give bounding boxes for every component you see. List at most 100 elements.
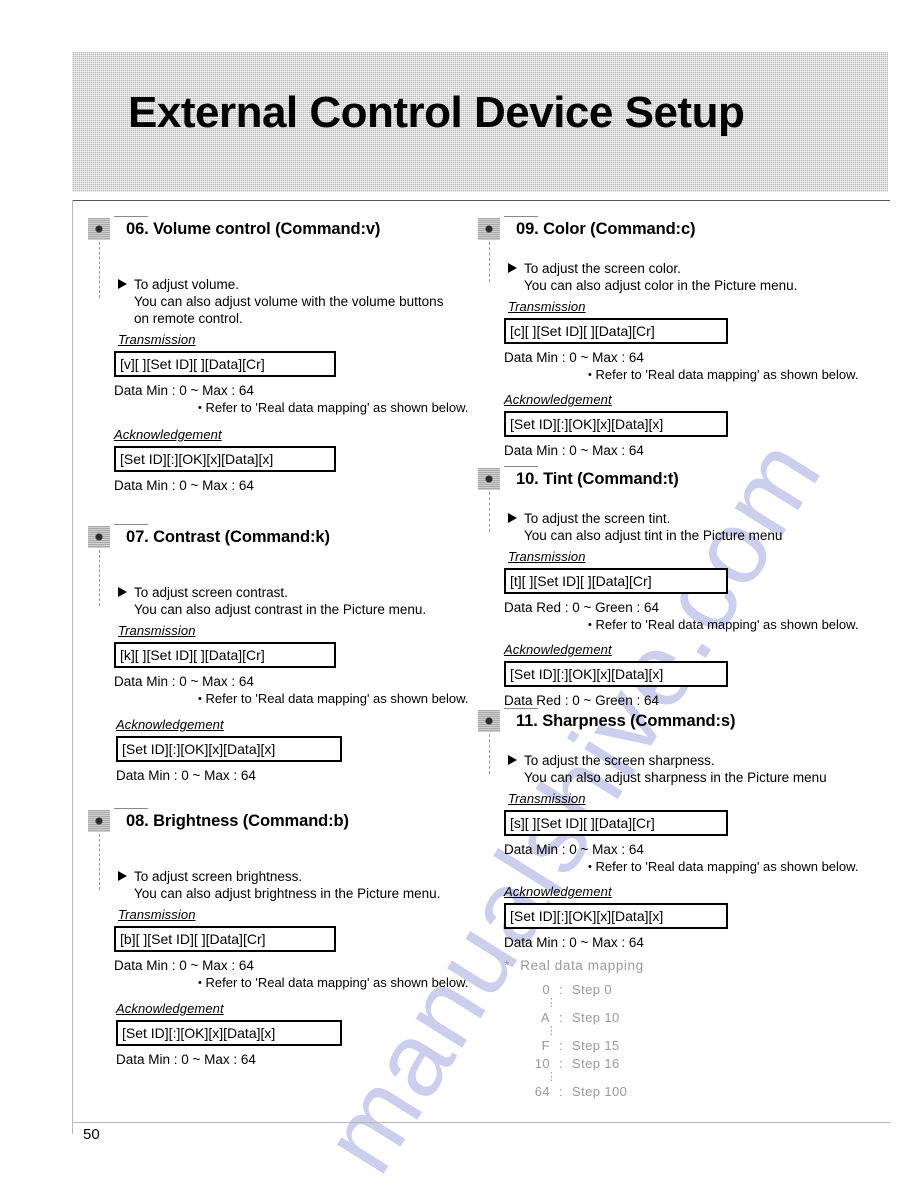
acknowledgement-data-range: Data Min : 0 ~ Max : 64 xyxy=(116,1052,256,1067)
section-description: To adjust screen contrast. You can also … xyxy=(118,584,458,618)
desc-line-1: To adjust the screen tint. xyxy=(524,511,671,526)
header-divider xyxy=(72,200,890,201)
section-marker-icon xyxy=(88,808,148,832)
transmission-refer-note: • Refer to 'Real data mapping' as shown … xyxy=(588,617,859,632)
acknowledgement-code-box: [Set ID][:][OK][x][Data][x] xyxy=(504,411,728,437)
mapping-row: 64 : Step 100 xyxy=(534,1084,628,1099)
transmission-label: Transmission xyxy=(508,299,586,314)
desc-line-2: You can also adjust brightness in the Pi… xyxy=(134,886,441,901)
acknowledgement-code-box: [Set ID][:][OK][x][Data][x] xyxy=(114,446,336,472)
section-heading: 11. Sharpness (Command:s) xyxy=(516,712,736,730)
mapping-ellipsis: ⋮ xyxy=(546,1025,558,1037)
transmission-label: Transmission xyxy=(508,791,586,806)
section-heading: 07. Contrast (Command:k) xyxy=(126,528,330,546)
real-data-mapping-title: * Real data mapping xyxy=(504,958,644,973)
marker-drop-line xyxy=(489,734,490,774)
transmission-code-box: [s][ ][Set ID][ ][Data][Cr] xyxy=(504,810,728,836)
triangle-bullet-icon xyxy=(118,587,127,597)
transmission-code-box: [c][ ][Set ID][ ][Data][Cr] xyxy=(504,318,728,344)
desc-line-2: You can also adjust contrast in the Pict… xyxy=(134,602,427,617)
section-description: To adjust volume. You can also adjust vo… xyxy=(118,276,458,327)
acknowledgement-label: Acknowledgement xyxy=(116,1001,224,1016)
page-number: 50 xyxy=(83,1126,100,1143)
transmission-data-range: Data Red : 0 ~ Green : 64 xyxy=(504,600,659,615)
transmission-data-range: Data Min : 0 ~ Max : 64 xyxy=(504,842,644,857)
desc-line-1: To adjust screen brightness. xyxy=(134,869,303,884)
desc-line-1: To adjust the screen color. xyxy=(524,261,681,276)
section-heading: 06. Volume control (Command:v) xyxy=(126,220,381,238)
asterisk-icon: * xyxy=(504,958,510,973)
transmission-code-box: [t][ ][Set ID][ ][Data][Cr] xyxy=(504,568,728,594)
transmission-label: Transmission xyxy=(118,332,196,347)
acknowledgement-code-box: [Set ID][:][OK][x][Data][x] xyxy=(504,661,728,687)
triangle-bullet-icon xyxy=(118,279,127,289)
mapping-row: 0 : Step 0 xyxy=(542,982,613,997)
section-marker-icon xyxy=(88,524,148,548)
desc-line-2: You can also adjust sharpness in the Pic… xyxy=(524,770,827,785)
acknowledgement-label: Acknowledgement xyxy=(504,884,612,899)
mapping-row: 10 : Step 16 xyxy=(534,1056,620,1071)
desc-line-1: To adjust volume. xyxy=(134,277,240,292)
acknowledgement-label: Acknowledgement xyxy=(504,642,612,657)
marker-drop-line xyxy=(489,242,490,282)
transmission-data-range: Data Min : 0 ~ Max : 64 xyxy=(114,674,254,689)
mapping-ellipsis: ⋮ xyxy=(546,1071,558,1083)
transmission-refer-note: • Refer to 'Real data mapping' as shown … xyxy=(198,975,469,990)
transmission-data-range: Data Min : 0 ~ Max : 64 xyxy=(114,958,254,973)
section-marker-icon xyxy=(478,216,538,240)
transmission-refer-note: • Refer to 'Real data mapping' as shown … xyxy=(198,400,469,415)
acknowledgement-code-box: [Set ID][:][OK][x][Data][x] xyxy=(504,903,728,929)
desc-line-2: You can also adjust color in the Picture… xyxy=(524,278,798,293)
section-marker-icon xyxy=(88,216,148,240)
mapping-ellipsis: ⋮ xyxy=(546,997,558,1009)
page-canvas: manualshive.com External Control Device … xyxy=(0,0,918,1192)
desc-line-2: You can also adjust tint in the Picture … xyxy=(524,528,783,543)
triangle-bullet-icon xyxy=(118,871,127,881)
marker-drop-line xyxy=(99,242,100,298)
transmission-code-box: [b][ ][Set ID][ ][Data][Cr] xyxy=(114,926,336,952)
triangle-bullet-icon xyxy=(508,755,517,765)
real-data-mapping: * Real data mapping 0 : Step 0 ⋮ A : Ste… xyxy=(504,958,644,1099)
desc-line-1: To adjust screen contrast. xyxy=(134,585,288,600)
transmission-code-box: [k][ ][Set ID][ ][Data][Cr] xyxy=(114,642,336,668)
transmission-data-range: Data Min : 0 ~ Max : 64 xyxy=(504,350,644,365)
acknowledgement-label: Acknowledgement xyxy=(116,717,224,732)
desc-line-2: You can also adjust volume with the volu… xyxy=(134,294,444,309)
section-description: To adjust the screen color. You can also… xyxy=(508,260,858,294)
desc-line-3: on remote control. xyxy=(134,311,243,326)
acknowledgement-data-range: Data Min : 0 ~ Max : 64 xyxy=(116,768,256,783)
section-heading: 08. Brightness (Command:b) xyxy=(126,812,349,830)
section-description: To adjust screen brightness. You can als… xyxy=(118,868,463,902)
page-title: External Control Device Setup xyxy=(128,88,745,137)
acknowledgement-label: Acknowledgement xyxy=(114,427,222,442)
mapping-row: F : Step 15 xyxy=(541,1038,620,1053)
triangle-bullet-icon xyxy=(508,513,517,523)
section-heading: 10. Tint (Command:t) xyxy=(516,470,679,488)
transmission-refer-note: • Refer to 'Real data mapping' as shown … xyxy=(588,367,859,382)
marker-drop-line xyxy=(99,834,100,890)
acknowledgement-data-range: Data Min : 0 ~ Max : 64 xyxy=(114,478,254,493)
acknowledgement-data-range: Data Min : 0 ~ Max : 64 xyxy=(504,935,644,950)
acknowledgement-code-box: [Set ID][:][OK][x][Data][x] xyxy=(116,736,342,762)
marker-drop-line xyxy=(489,492,490,532)
mapping-row: A : Step 10 xyxy=(540,1010,620,1025)
section-marker-icon xyxy=(478,466,538,490)
section-description: To adjust the screen tint. You can also … xyxy=(508,510,858,544)
page-left-border xyxy=(72,200,73,1134)
acknowledgement-data-range: Data Red : 0 ~ Green : 64 xyxy=(504,693,659,708)
transmission-label: Transmission xyxy=(508,549,586,564)
acknowledgement-code-box: [Set ID][:][OK][x][Data][x] xyxy=(116,1020,342,1046)
section-description: To adjust the screen sharpness. You can … xyxy=(508,752,863,786)
transmission-code-box: [v][ ][Set ID][ ][Data][Cr] xyxy=(114,351,336,377)
triangle-bullet-icon xyxy=(508,263,517,273)
marker-drop-line xyxy=(99,550,100,606)
desc-line-1: To adjust the screen sharpness. xyxy=(524,753,715,768)
transmission-refer-note: • Refer to 'Real data mapping' as shown … xyxy=(588,859,859,874)
transmission-label: Transmission xyxy=(118,907,196,922)
section-heading: 09. Color (Command:c) xyxy=(516,220,696,238)
footer-divider xyxy=(72,1122,890,1123)
transmission-data-range: Data Min : 0 ~ Max : 64 xyxy=(114,383,254,398)
transmission-refer-note: • Refer to 'Real data mapping' as shown … xyxy=(198,691,469,706)
acknowledgement-data-range: Data Min : 0 ~ Max : 64 xyxy=(504,443,644,458)
acknowledgement-label: Acknowledgement xyxy=(504,392,612,407)
